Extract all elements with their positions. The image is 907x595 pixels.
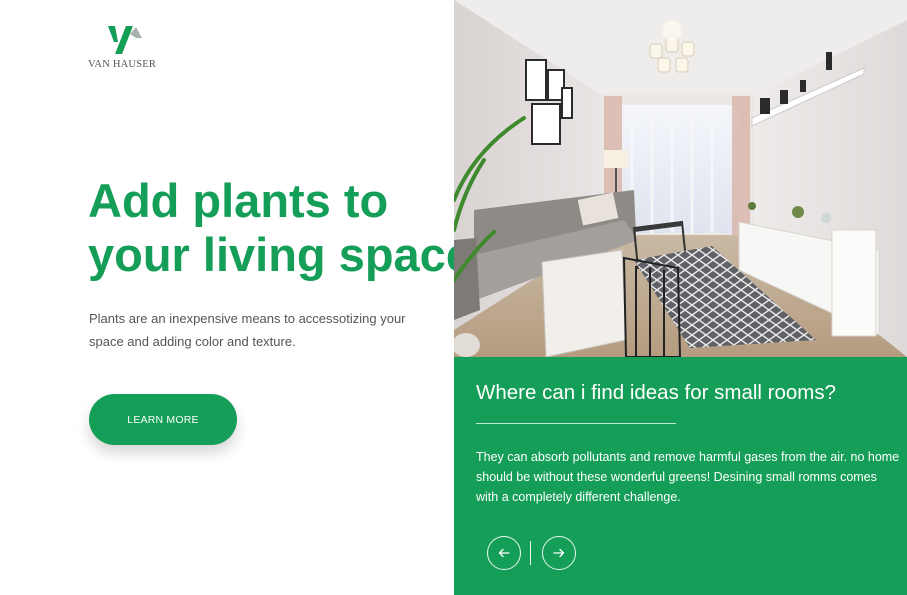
card-title: Where can i find ideas for small rooms? <box>476 381 837 404</box>
card-divider <box>476 423 676 424</box>
headline-line-2: your living space <box>88 228 472 281</box>
info-card: Where can i find ideas for small rooms? … <box>454 357 907 595</box>
arrow-right-icon <box>553 548 565 558</box>
logo[interactable]: VAN HAUSER <box>88 24 157 70</box>
headline-line-1: Add plants to <box>88 174 389 227</box>
living-room-illustration <box>454 0 907 357</box>
brand-name: VAN HAUSER <box>88 59 157 70</box>
next-slide-button[interactable] <box>542 536 576 570</box>
previous-slide-button[interactable] <box>487 536 521 570</box>
card-body: They can absorb pollutants and remove ha… <box>476 450 900 504</box>
living-room-photo <box>454 0 907 357</box>
page: VAN HAUSER Add plants to your living spa… <box>0 0 907 595</box>
hero-headline: Add plants to your living space <box>88 174 472 282</box>
hero-subtitle: Plants are an inexpensive means to acces… <box>89 311 406 349</box>
vh-monogram-icon <box>108 26 142 54</box>
arrow-left-icon <box>498 548 510 558</box>
nav-separator <box>530 541 531 565</box>
learn-more-button[interactable]: LEARN MORE <box>89 394 237 445</box>
